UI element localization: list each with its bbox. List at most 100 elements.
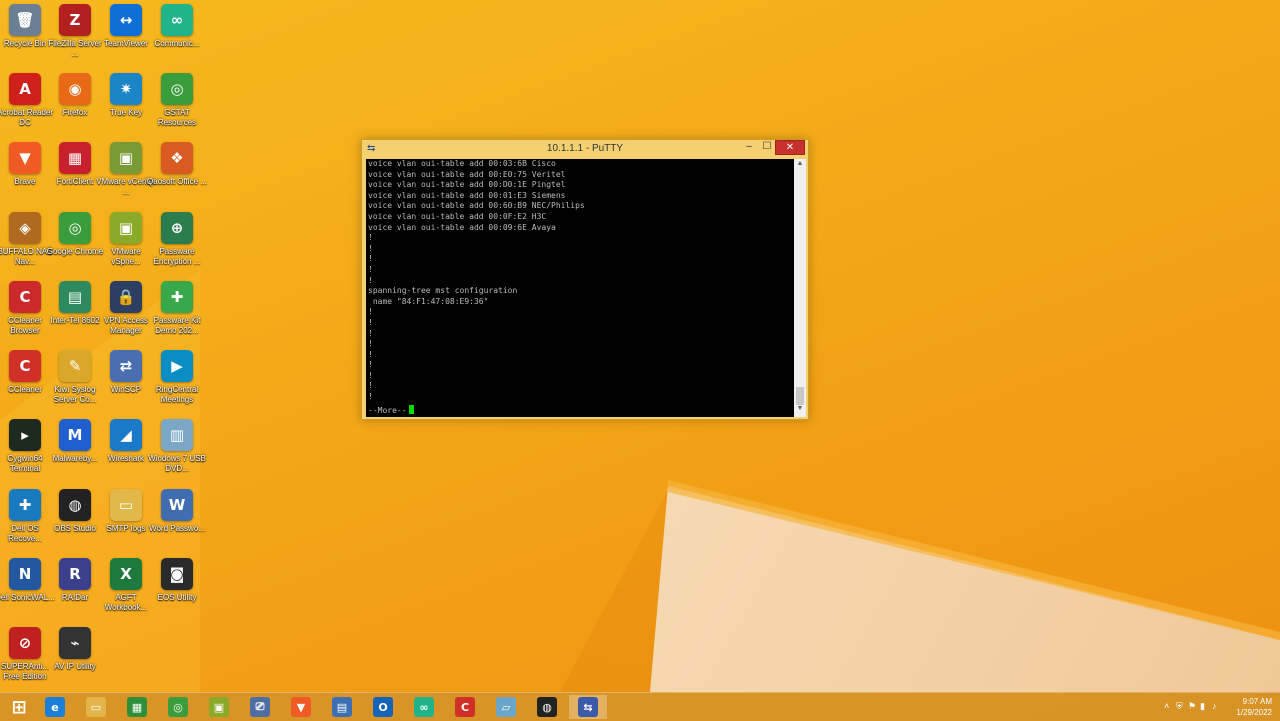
taskbar-button[interactable]: ▦ bbox=[118, 695, 156, 719]
vmware-icon: ▣ bbox=[209, 697, 229, 717]
malwarebytes-icon: M bbox=[59, 419, 91, 451]
taskbar-button[interactable]: ⎚ bbox=[241, 695, 279, 719]
terminal-line: ! bbox=[368, 233, 373, 243]
vsphere-icon: ▣ bbox=[110, 212, 142, 244]
vmware-icon: ▣ bbox=[110, 142, 142, 174]
taskbar-button[interactable]: ◎ bbox=[159, 695, 197, 719]
chrome-icon: ◎ bbox=[59, 212, 91, 244]
windows-logo-icon: ⊞ bbox=[11, 696, 27, 718]
maximize-button[interactable]: ☐ bbox=[760, 140, 774, 155]
taskbar-button[interactable]: ∞ bbox=[405, 695, 443, 719]
cygwin-terminal-icon: ▸ bbox=[9, 419, 41, 451]
buffalo-icon: ◈ bbox=[9, 212, 41, 244]
desktop-icon[interactable]: ✚ Passware Kit Demo 202... bbox=[147, 277, 207, 343]
terminal-line: name "84:F1:47:08:E9:36" bbox=[368, 296, 489, 306]
desktop-icon-label: RingCentral Meetings bbox=[155, 385, 199, 404]
desktop-icon[interactable]: ∞ Communic... bbox=[147, 0, 207, 66]
folder-icon: ▭ bbox=[110, 489, 142, 521]
terminal-line: ! bbox=[368, 381, 373, 391]
terminal-line: ! bbox=[368, 349, 373, 359]
desktop-icon-label: GSTAT Resources bbox=[157, 108, 197, 127]
terminal-line: voice vlan oui-table add 00:D0:1E Pingte… bbox=[368, 180, 566, 190]
putty-titlebar[interactable]: ⇆ 10.1.1.1 - PuTTY – ☐ ✕ bbox=[362, 140, 808, 159]
usb-dvd-icon: ▥ bbox=[161, 419, 193, 451]
flag-icon[interactable]: ⚑ bbox=[1188, 701, 1196, 712]
terminal-line: ! bbox=[368, 339, 373, 349]
desktop-icon[interactable]: ◙ EOS Utility bbox=[147, 554, 207, 620]
passware-icon: ⊕ bbox=[161, 212, 193, 244]
terminal-line: voice vlan oui-table add 00:03:6B Cisco bbox=[368, 159, 556, 168]
desktop-icon[interactable]: ▶ RingCentral Meetings bbox=[147, 346, 207, 412]
desktop-icon-label: Passware Kit Demo 202... bbox=[153, 316, 201, 335]
taskbar-button[interactable]: ▤ bbox=[323, 695, 361, 719]
network-icon: ⎚ bbox=[250, 697, 270, 717]
terminal-output[interactable]: voice vlan oui-table add 00:03:6B Cisco v… bbox=[366, 159, 794, 417]
taskbar-button[interactable]: ▼ bbox=[282, 695, 320, 719]
clock-time: 9:07 AM bbox=[1242, 697, 1272, 706]
excel-icon: X bbox=[110, 558, 142, 590]
network-icon[interactable]: ▮ bbox=[1200, 701, 1205, 712]
taskbar-button[interactable]: O bbox=[364, 695, 402, 719]
desktop-icon[interactable]: ◎ GSTAT Resources bbox=[147, 69, 207, 135]
desktop-icon[interactable]: ⊕ Passware Encryption ... bbox=[147, 208, 207, 274]
taskbar-button[interactable]: C bbox=[446, 695, 484, 719]
start-button[interactable]: ⊞ bbox=[0, 695, 38, 719]
remote-desktop-icon: ▤ bbox=[332, 697, 352, 717]
scroll-up-arrow[interactable]: ▲ bbox=[794, 160, 806, 170]
desktop-icon[interactable]: ❖ Qaosoft Office ... bbox=[147, 138, 207, 204]
filezilla-icon: Z bbox=[59, 4, 91, 36]
store-icon: ▦ bbox=[127, 697, 147, 717]
scroll-down-arrow[interactable]: ▼ bbox=[794, 405, 806, 415]
ringcentral-icon: ▶ bbox=[161, 350, 193, 382]
intertel-icon: ▤ bbox=[59, 281, 91, 313]
putty-window[interactable]: ⇆ 10.1.1.1 - PuTTY – ☐ ✕ voice vlan oui-… bbox=[361, 139, 809, 420]
communicator-icon: ∞ bbox=[161, 4, 193, 36]
taskbar: ⊞ e ▭ ▦ ◎ ▣ ⎚ ▼ ▤ O ∞ C ▱ ◍ ⇆ ˄ ⛨ ⚑ ▮ ♪ 9:07 AM 1/29/2022 bbox=[0, 692, 1280, 721]
taskbar-button[interactable]: ▭ bbox=[77, 695, 115, 719]
terminal-line: ! bbox=[368, 275, 373, 285]
taskbar-button[interactable]: ▣ bbox=[200, 695, 238, 719]
taskbar-button[interactable]: e bbox=[36, 695, 74, 719]
vertical-scrollbar[interactable]: ▲ ▼ bbox=[794, 159, 806, 417]
sonicwall-icon: N bbox=[9, 558, 41, 590]
desktop-icon-label: Communic... bbox=[154, 39, 200, 48]
scroll-thumb[interactable] bbox=[796, 387, 804, 405]
office-icon: ❖ bbox=[161, 142, 193, 174]
clock-date: 1/29/2022 bbox=[1236, 708, 1272, 717]
terminal-line: ! bbox=[368, 317, 373, 327]
desktop-icon[interactable]: W Word Passwo... bbox=[147, 485, 207, 551]
recycle-bin-icon: 🗑 bbox=[9, 4, 41, 36]
brave-icon: ▼ bbox=[9, 142, 41, 174]
terminal-line: voice vlan oui-table add 00:0F:E2 H3C bbox=[368, 211, 547, 221]
dell-recovery-icon: ✚ bbox=[9, 489, 41, 521]
terminal-line: voice vlan oui-table add 00:01:E3 Siemen… bbox=[368, 190, 566, 200]
obs-icon: ◍ bbox=[59, 489, 91, 521]
file-explorer-icon: ▭ bbox=[86, 697, 106, 717]
desktop-icon[interactable]: ⌁ AV IP Utility bbox=[45, 623, 105, 689]
outlook-icon: O bbox=[373, 697, 393, 717]
terminal-line: ! bbox=[368, 370, 373, 380]
taskbar-button[interactable]: ⇆ bbox=[569, 695, 607, 719]
communicator-icon: ∞ bbox=[414, 697, 434, 717]
winscp-icon: ⇄ bbox=[110, 350, 142, 382]
wireshark-icon: ◢ bbox=[110, 419, 142, 451]
ccleaner-icon: C bbox=[9, 350, 41, 382]
minimize-button[interactable]: – bbox=[742, 140, 756, 155]
close-button[interactable]: ✕ bbox=[775, 140, 805, 155]
word-password-icon: W bbox=[161, 489, 193, 521]
taskbar-button[interactable]: ▱ bbox=[487, 695, 525, 719]
desktop-icon[interactable]: ▥ Windows 7 USB DVD... bbox=[147, 415, 207, 481]
ccleaner-browser-icon: C bbox=[9, 281, 41, 313]
acrobat-icon: A bbox=[9, 73, 41, 105]
desktop-icon-label: AV IP Utility bbox=[54, 662, 96, 671]
taskbar-button[interactable]: ◍ bbox=[528, 695, 566, 719]
security-icon[interactable]: ⛨ bbox=[1176, 701, 1183, 712]
desktop-icon-label: Passware Encryption ... bbox=[153, 247, 201, 266]
show-hidden-icons-icon[interactable]: ˄ bbox=[1164, 701, 1169, 711]
terminal-line: ! bbox=[368, 243, 373, 253]
clock[interactable]: 9:07 AM 1/29/2022 bbox=[1222, 696, 1272, 718]
forticlient-icon: ▦ bbox=[59, 142, 91, 174]
raidar-icon: R bbox=[59, 558, 91, 590]
volume-icon[interactable]: ♪ bbox=[1212, 701, 1217, 711]
terminal-line: ! bbox=[368, 264, 373, 274]
